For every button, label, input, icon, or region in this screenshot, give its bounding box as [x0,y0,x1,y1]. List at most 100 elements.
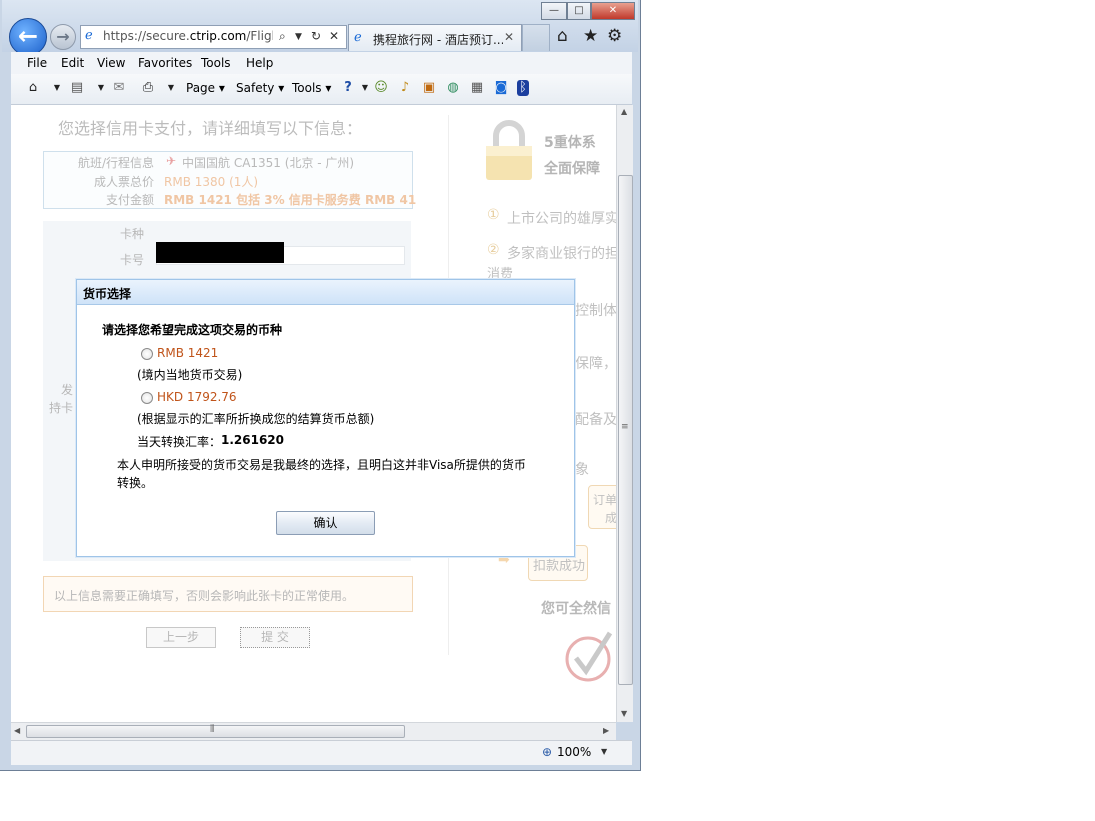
menu-file[interactable]: File [27,56,47,70]
horizontal-scrollbar[interactable]: ◀ ⦀ ▶ [11,722,616,740]
feeds-icon[interactable]: ▤ [69,80,85,96]
stop-icon[interactable]: ✕ [329,29,339,43]
padlock-icon [484,118,534,182]
rmb-radio[interactable] [141,348,153,360]
scroll-left-icon[interactable]: ◀ [14,726,20,735]
prev-step-button[interactable]: 上一步 [146,627,216,648]
airline-logo-icon: ✈ [166,154,177,168]
tools-menu-label: Tools [292,81,322,95]
amount-label: 支付金额 [105,193,154,207]
zoom-level[interactable]: 100% [557,745,591,759]
print-icon[interactable]: ⎙ [140,80,156,96]
security-fragment-control: 控制体 [575,303,616,319]
rmb-option-note: (境内当地货币交易) [137,368,243,382]
security-title-1: 5重体系 [544,135,596,151]
notice-text: 以上信息需要正确填写，否则会影响此张卡的正常使用。 [54,589,355,603]
verified-check-icon [564,627,616,688]
dropdown-arrow-icon[interactable]: ▼ [357,80,373,96]
safety-menu[interactable]: Safety ▾ [236,81,284,95]
settings-gear-icon[interactable]: ⚙ [607,26,622,46]
refresh-icon[interactable]: ↻ [311,29,321,43]
page-menu[interactable]: Page ▾ [186,81,225,95]
order-step-line1: 订单 [593,493,616,507]
security-title-2: 全面保障 [544,161,600,177]
vertical-scroll-thumb[interactable]: ≡ [618,175,633,685]
addon-gallery-icon[interactable]: ▦ [469,80,485,96]
tab-close-icon[interactable]: ✕ [504,30,514,44]
order-step-line2: 成 [605,511,616,525]
page-menu-label: Page [186,81,216,95]
menu-favorites[interactable]: Favorites [138,56,192,70]
menu-help[interactable]: Help [246,56,273,70]
hkd-option-note: (根据显示的汇率所折换成您的结算货币总额) [137,412,375,426]
security-item-1: 上市公司的雄厚实 [507,211,616,227]
menu-tools[interactable]: Tools [201,56,231,70]
declaration-line-1: 本人申明所接受的货币交易是我最终的选择，且明白这并非Visa所提供的货币 [117,458,526,472]
amount-value: RMB 1421 包括 3% 信用卡服务费 RMB 41 [164,193,417,207]
addon-globe-icon[interactable]: ◍ [445,80,461,96]
horizontal-scroll-thumb[interactable]: ⦀ [26,724,405,738]
address-host: ctrip.com [189,29,247,43]
tab-active[interactable]: ℯ 携程旅行网 - 酒店预订... ✕ [348,24,522,51]
home-icon[interactable]: ⌂ [25,80,41,96]
menu-bar: File Edit View Favorites Tools Help [11,52,632,74]
addon-book-icon[interactable]: ▣ [421,80,437,96]
maximize-button[interactable]: □ [567,2,591,20]
address-bar[interactable]: ℯ https://secure.ctrip.com/FlightP ⌕ ▼ ↻… [80,25,347,49]
price-value: RMB 1380 (1人) [164,175,259,189]
home-icon[interactable]: ⌂ [557,26,568,46]
dropdown-arrow-icon[interactable]: ▼ [295,32,302,42]
search-icon[interactable]: ⌕ [279,29,286,44]
security-item-2: 多家商业银行的担 [507,246,616,262]
zoom-icon[interactable]: ⊕ [542,745,552,759]
order-step-box: 订单 成 [588,485,616,529]
scroll-down-icon[interactable]: ▼ [621,709,627,718]
item1-number: ① [487,207,500,223]
ie-page-icon: ℯ [354,30,362,45]
menu-view[interactable]: View [97,56,125,70]
dropdown-arrow-icon[interactable]: ▼ [163,80,179,96]
holder-label-fragment: 持卡 [49,401,74,415]
back-button[interactable]: ← [9,18,47,56]
menu-edit[interactable]: Edit [61,56,84,70]
submit-button[interactable]: 提 交 [240,627,310,648]
card-number-label: 卡号 [120,253,145,267]
favorites-star-icon[interactable]: ★ [583,26,598,46]
addon-window-icon[interactable]: ◙ [493,80,509,96]
exchange-rate-label: 当天转换汇率： [137,435,222,449]
scroll-up-icon[interactable]: ▲ [621,107,627,116]
hkd-option-label[interactable]: HKD 1792.76 [157,390,237,404]
addon-people-icon[interactable]: ☺ [373,80,389,96]
minimize-button[interactable]: — [541,2,567,20]
dropdown-arrow-icon[interactable]: ▼ [93,80,109,96]
tab-title: 携程旅行网 - 酒店预订... [373,33,503,47]
tools-menu[interactable]: Tools ▾ [292,81,331,95]
confirm-button[interactable]: 确认 [276,511,375,535]
browser-window: — □ ✕ ← → ℯ https://secure.ctrip.com/Fli… [0,0,641,771]
exchange-rate-value: 1.261620 [221,433,285,447]
forward-arrow-icon: → [56,27,70,46]
help-icon[interactable]: ? [340,80,356,96]
issuer-label-fragment: 发 [61,383,74,397]
zoom-dropdown-icon[interactable]: ▼ [601,747,607,756]
rmb-option-label[interactable]: RMB 1421 [157,346,218,360]
close-window-button[interactable]: ✕ [591,2,635,20]
vertical-scrollbar[interactable]: ▲ ≡ ▼ [616,105,633,722]
dialog-title: 货币选择 [83,287,132,301]
new-tab-button[interactable] [522,24,550,51]
bluetooth-icon[interactable]: ᛒ [517,80,529,96]
flight-info-box: 航班/行程信息 ✈ 中国国航 CA1351 (北京 - 广州) 成人票总价 RM… [43,151,417,209]
declaration-line-2: 转换。 [117,476,154,490]
forward-button[interactable]: → [50,24,76,50]
scroll-right-icon[interactable]: ▶ [603,726,609,735]
mail-icon[interactable]: ✉ [111,80,127,96]
card-type-label: 卡种 [120,227,145,241]
card-number-redaction [156,242,284,263]
flight-label: 航班/行程信息 [77,156,154,170]
hkd-radio[interactable] [141,392,153,404]
dropdown-arrow-icon[interactable]: ▼ [49,80,65,96]
address-url[interactable]: https://secure.ctrip.com/FlightP [103,29,273,43]
form-notice: 以上信息需要正确填写，否则会影响此张卡的正常使用。 [43,576,413,612]
grip-icon: ≡ [621,422,629,432]
addon-music-icon[interactable]: ♪ [397,80,413,96]
